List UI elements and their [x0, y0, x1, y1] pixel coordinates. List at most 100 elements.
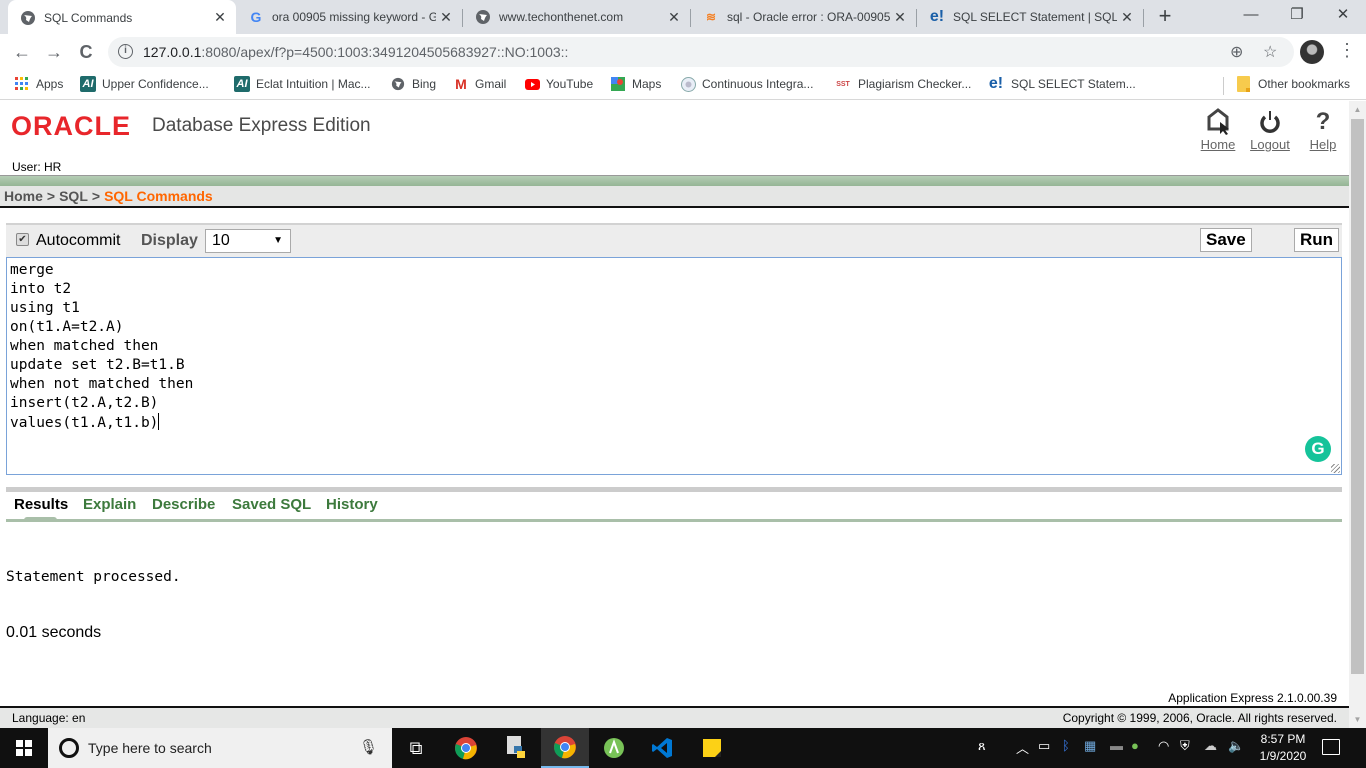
result-elapsed-time: 0.01 seconds	[6, 624, 102, 641]
tab-stackoverflow[interactable]: ≋ sql - Oracle error : ORA-00905: ✕	[691, 0, 916, 34]
back-button[interactable]: ←	[8, 38, 36, 66]
resize-handle[interactable]	[1331, 464, 1340, 473]
close-window-button[interactable]: ✕	[1320, 0, 1366, 30]
url-path: :8080/apex/f?p=4500:1003:349120450568392…	[201, 44, 569, 60]
tab-results[interactable]: Results	[14, 496, 68, 513]
show-hidden-icons-chevron[interactable]: ︿	[1016, 738, 1029, 757]
menu-kebab-icon[interactable]: ⋮	[1338, 40, 1356, 61]
close-tab-icon[interactable]: ✕	[210, 9, 230, 26]
utorrent-icon[interactable]: ●	[1131, 738, 1139, 753]
people-icon[interactable]: ጸ	[978, 738, 986, 754]
header-home-link[interactable]: Home	[1196, 107, 1240, 152]
bookmark-youtube[interactable]: YouTube	[524, 76, 593, 92]
header-help-link[interactable]: ? Help	[1301, 107, 1345, 152]
bluetooth-icon[interactable]: ᛒ	[1062, 738, 1070, 753]
bookmark-upper-confidence[interactable]: AI Upper Confidence...	[80, 76, 209, 92]
header-link-label: Logout	[1250, 137, 1290, 152]
bookmark-apps[interactable]: Apps	[14, 76, 63, 92]
task-view-icon[interactable]: ⧉	[392, 728, 440, 768]
breadcrumb-sql[interactable]: SQL	[59, 188, 88, 204]
bookmark-label: SQL SELECT Statem...	[1011, 77, 1136, 91]
header-logout-link[interactable]: Logout	[1248, 107, 1292, 152]
network-app-icon[interactable]: ▦	[1084, 738, 1096, 754]
onedrive-icon[interactable]: ☁	[1204, 738, 1217, 754]
system-clock[interactable]: 8:57 PM 1/9/2020	[1250, 731, 1316, 765]
result-message: Statement processed.	[6, 569, 181, 585]
tab-describe[interactable]: Describe	[152, 496, 215, 513]
profile-avatar[interactable]	[1300, 40, 1324, 64]
bookmark-continuous-integration[interactable]: Continuous Integra...	[680, 76, 813, 92]
bookmark-label: Eclat Intuition | Mac...	[256, 77, 371, 91]
chrome-icon[interactable]	[442, 728, 490, 768]
scrollbar-thumb[interactable]	[1351, 119, 1364, 674]
bookmark-label: Bing	[412, 77, 437, 91]
chrome-active-icon[interactable]	[541, 728, 589, 768]
bookmark-label: Maps	[632, 77, 662, 91]
python-file-icon[interactable]	[492, 728, 540, 768]
save-button[interactable]: Save	[1200, 228, 1252, 252]
zoom-icon[interactable]: ⊕	[1230, 42, 1243, 62]
bookmark-eclat[interactable]: AI Eclat Intuition | Mac...	[234, 76, 371, 92]
close-tab-icon[interactable]: ✕	[664, 9, 684, 26]
security-shield-icon[interactable]: ⛨	[1180, 738, 1190, 754]
tab-history[interactable]: History	[326, 496, 378, 513]
search-placeholder: Type here to search	[88, 740, 212, 756]
bookmark-star-icon[interactable]: ☆	[1263, 42, 1277, 62]
bookmark-label: Upper Confidence...	[102, 77, 209, 91]
tab-sql-select[interactable]: e! SQL SELECT Statement | SQL S ✕	[917, 0, 1143, 34]
apps-grid-icon	[14, 76, 30, 92]
bookmark-sql-select[interactable]: e! SQL SELECT Statem...	[987, 75, 1136, 92]
current-user: User: HR	[12, 160, 62, 174]
autocommit-checkbox[interactable]: ✔	[16, 233, 29, 246]
scroll-down-arrow-icon[interactable]: ▼	[1349, 711, 1366, 728]
wifi-icon[interactable]: ◠	[1158, 738, 1169, 754]
restore-button[interactable]: ❐	[1274, 0, 1320, 30]
forward-button[interactable]: →	[40, 38, 68, 66]
url-text[interactable]: 127.0.0.1:8080/apex/f?p=4500:1003:349120…	[143, 44, 568, 60]
tab-techonthenet[interactable]: www.techonthenet.com ✕	[463, 0, 690, 34]
close-tab-icon[interactable]: ✕	[436, 9, 456, 26]
volume-icon[interactable]: 🔈	[1228, 738, 1244, 754]
bookmark-plagiarism-checker[interactable]: SST Plagiarism Checker...	[834, 76, 971, 92]
vscode-icon[interactable]	[638, 728, 686, 768]
tab-saved-sql[interactable]: Saved SQL	[232, 496, 311, 513]
bookmark-gmail[interactable]: M Gmail	[453, 76, 506, 92]
display-icon[interactable]: ▬	[1110, 738, 1123, 753]
cortana-icon	[59, 738, 79, 758]
tab-separator	[1143, 9, 1144, 27]
breadcrumb-home[interactable]: Home	[4, 188, 43, 204]
close-tab-icon[interactable]: ✕	[1117, 9, 1137, 26]
page-scrollbar[interactable]: ▲ ▼	[1349, 101, 1366, 728]
display-select[interactable]: 10 ▼	[205, 229, 291, 253]
close-tab-icon[interactable]: ✕	[890, 9, 910, 26]
minimize-button[interactable]: —	[1228, 0, 1274, 30]
new-tab-button[interactable]: +	[1153, 5, 1177, 29]
grammarly-icon[interactable]: G	[1305, 436, 1331, 462]
windows-taskbar: Type here to search 🎙 ⧉ ጸ ︿ ▭ ᛒ ▦ ▬ ● ◠ …	[0, 728, 1366, 768]
run-button[interactable]: Run	[1294, 228, 1340, 252]
action-center-icon[interactable]	[1322, 739, 1340, 755]
windows-start-icon[interactable]	[16, 740, 32, 756]
taskbar-search[interactable]: Type here to search 🎙	[48, 728, 392, 768]
address-bar[interactable]: i 127.0.0.1:8080/apex/f?p=4500:1003:3491…	[108, 37, 1294, 67]
sql-text: merge into t2 using t1 on(t1.A=t2.A) whe…	[10, 262, 194, 431]
bookmark-bing[interactable]: Bing	[390, 76, 436, 92]
other-bookmarks[interactable]: Other bookmarks	[1236, 76, 1350, 92]
scroll-up-arrow-icon[interactable]: ▲	[1349, 101, 1366, 118]
youtube-icon	[524, 76, 540, 92]
battery-icon[interactable]: ▭	[1038, 738, 1050, 754]
reload-button[interactable]: C	[72, 38, 100, 66]
sticky-notes-icon[interactable]	[688, 728, 736, 768]
sql-editor[interactable]: merge into t2 using t1 on(t1.A=t2.A) whe…	[6, 257, 1342, 475]
tab-sql-commands[interactable]: SQL Commands ✕	[8, 0, 236, 35]
home-icon	[1196, 107, 1240, 137]
stackoverflow-icon: ≋	[705, 10, 717, 24]
breadcrumb-current: SQL Commands	[104, 188, 213, 204]
jenkins-icon	[680, 76, 696, 92]
tab-google-search[interactable]: G ora 00905 missing keyword - G ✕	[236, 0, 462, 34]
microphone-icon[interactable]: 🎙	[359, 738, 378, 756]
tab-explain[interactable]: Explain	[83, 496, 136, 513]
site-info-icon[interactable]: i	[118, 44, 133, 59]
android-studio-icon[interactable]	[590, 728, 638, 768]
bookmark-maps[interactable]: Maps	[610, 76, 661, 92]
